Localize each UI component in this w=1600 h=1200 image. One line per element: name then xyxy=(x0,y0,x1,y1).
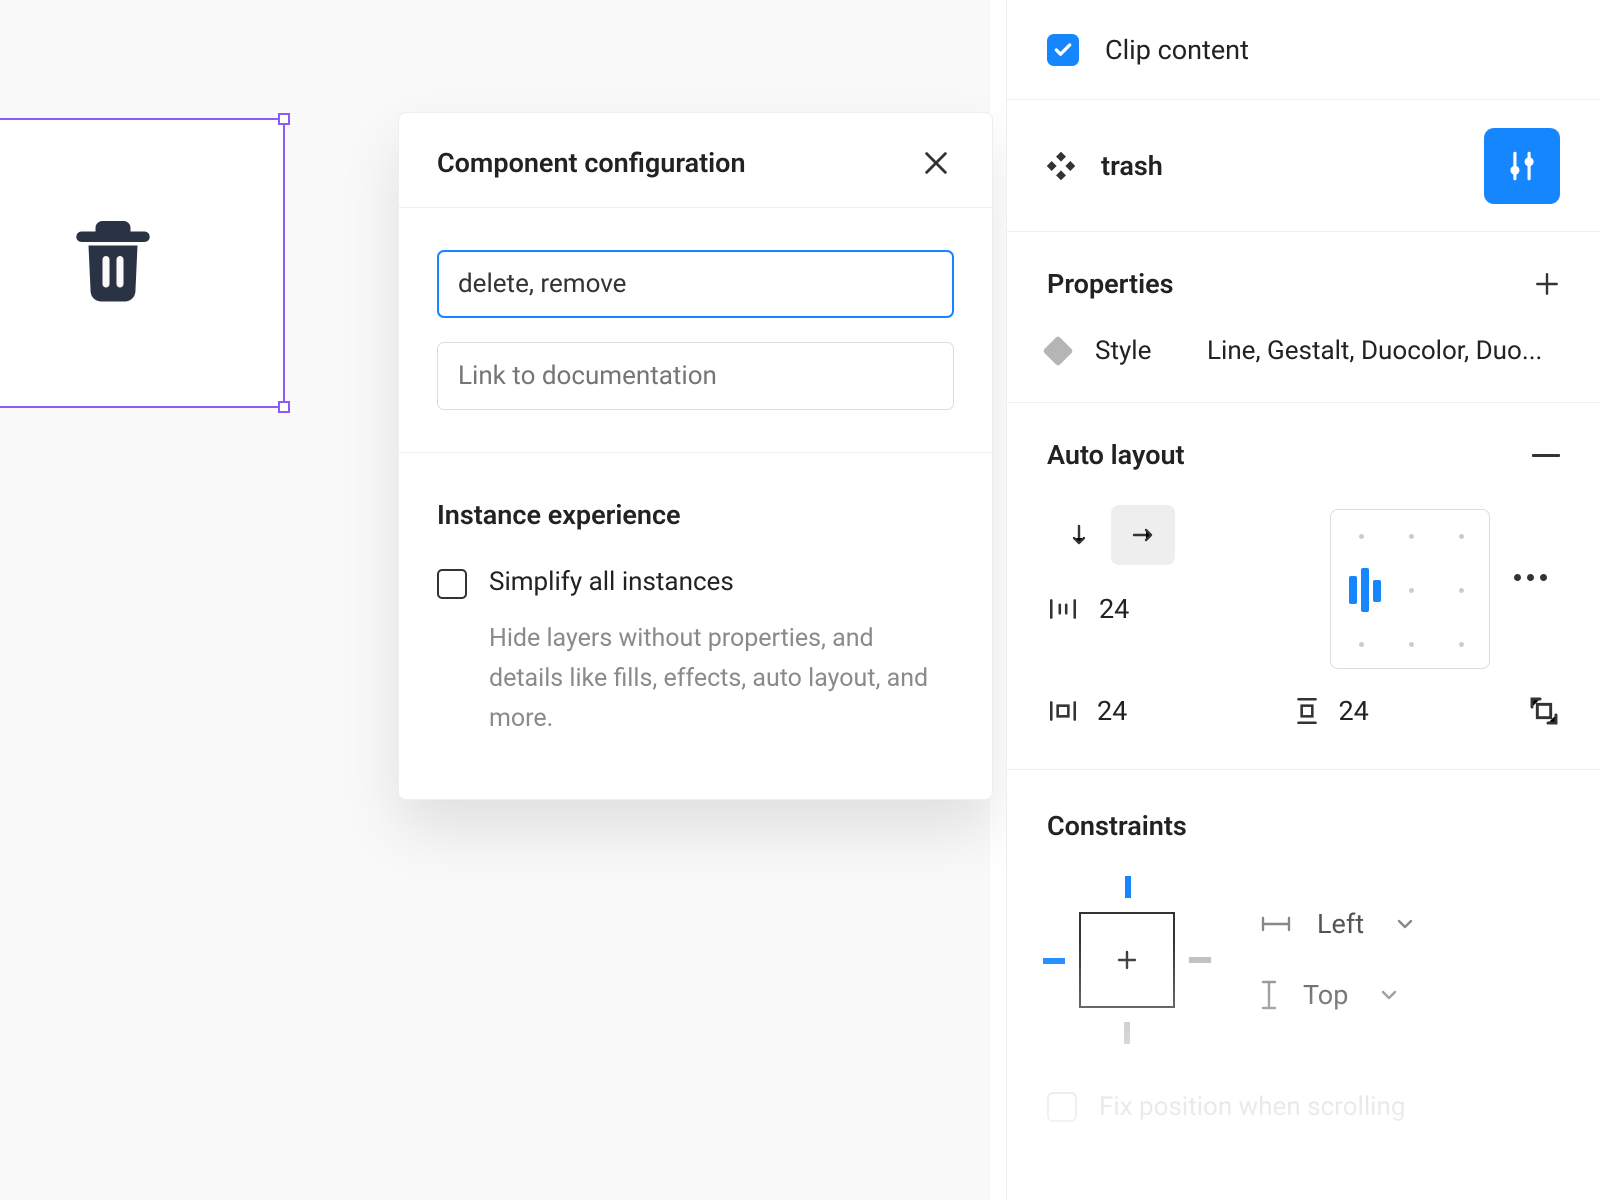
chevron-down-icon xyxy=(1380,989,1398,1001)
selected-frame[interactable] xyxy=(0,118,285,408)
property-name: Style xyxy=(1095,336,1181,366)
clip-content-checkbox[interactable] xyxy=(1047,34,1079,66)
fix-position-label: Fix position when scrolling xyxy=(1099,1092,1405,1122)
padding-expand-button[interactable] xyxy=(1528,695,1560,727)
inspector-panel: Clip content trash Properties xyxy=(1006,0,1600,1200)
item-spacing-icon xyxy=(1047,595,1079,623)
description-input[interactable] xyxy=(437,250,954,318)
add-property-button[interactable] xyxy=(1534,271,1560,297)
simplify-label: Simplify all instances xyxy=(489,567,954,597)
simplify-description: Hide layers without properties, and deta… xyxy=(489,619,954,739)
horizontal-constraint-icon xyxy=(1259,914,1293,934)
padding-horizontal-icon xyxy=(1047,697,1079,725)
horizontal-constraint-value: Left xyxy=(1317,908,1364,940)
constraints-diagram[interactable] xyxy=(1047,880,1207,1040)
properties-section: Properties Style Line, Gestalt, Duocolor… xyxy=(1007,232,1600,403)
property-row[interactable]: Style Line, Gestalt, Duocolor, Duo... xyxy=(1047,336,1560,366)
vertical-constraint-select[interactable]: Top xyxy=(1259,978,1414,1012)
modal-title: Component configuration xyxy=(437,147,746,179)
component-name-row: trash xyxy=(1007,100,1600,232)
fix-position-checkbox[interactable] xyxy=(1047,1092,1077,1122)
component-settings-button[interactable] xyxy=(1484,128,1560,204)
item-spacing-value: 24 xyxy=(1099,593,1129,625)
padding-horizontal-value: 24 xyxy=(1097,695,1127,727)
trash-icon xyxy=(71,216,155,310)
direction-horizontal-button[interactable] xyxy=(1111,505,1175,565)
vertical-constraint-icon xyxy=(1259,978,1279,1012)
clip-content-row: Clip content xyxy=(1007,0,1600,100)
simplify-all-instances-checkbox[interactable] xyxy=(437,569,467,599)
padding-vertical-field[interactable]: 24 xyxy=(1293,695,1489,727)
variant-icon xyxy=(1042,335,1073,366)
property-values: Line, Gestalt, Duocolor, Duo... xyxy=(1207,336,1560,366)
resize-handle-tr[interactable] xyxy=(278,113,290,125)
padding-vertical-icon xyxy=(1293,695,1321,727)
auto-layout-title: Auto layout xyxy=(1047,439,1185,471)
auto-layout-more-button[interactable] xyxy=(1514,574,1547,581)
vertical-constraint-value: Top xyxy=(1303,979,1348,1011)
auto-layout-section: Auto layout xyxy=(1007,403,1600,770)
constraints-title: Constraints xyxy=(1047,810,1560,842)
remove-auto-layout-button[interactable] xyxy=(1532,454,1560,457)
resize-handle-br[interactable] xyxy=(278,401,290,413)
item-spacing-field[interactable]: 24 xyxy=(1047,593,1330,625)
properties-title: Properties xyxy=(1047,268,1174,300)
clip-content-label: Clip content xyxy=(1105,34,1249,66)
instance-experience-title: Instance experience xyxy=(437,499,954,531)
padding-horizontal-field[interactable]: 24 xyxy=(1047,695,1243,727)
component-icon xyxy=(1047,152,1075,180)
constraints-section: Constraints Left xyxy=(1007,770,1600,1122)
chevron-down-icon xyxy=(1396,918,1414,930)
component-configuration-modal: Component configuration Instance experie… xyxy=(398,112,993,800)
close-button[interactable] xyxy=(918,145,954,181)
direction-vertical-button[interactable] xyxy=(1047,505,1111,565)
fix-position-row[interactable]: Fix position when scrolling xyxy=(1047,1092,1560,1122)
component-name: trash xyxy=(1101,150,1484,182)
alignment-control[interactable] xyxy=(1330,509,1490,669)
horizontal-constraint-select[interactable]: Left xyxy=(1259,908,1414,940)
padding-vertical-value: 24 xyxy=(1339,695,1369,727)
documentation-link-input[interactable] xyxy=(437,342,954,410)
